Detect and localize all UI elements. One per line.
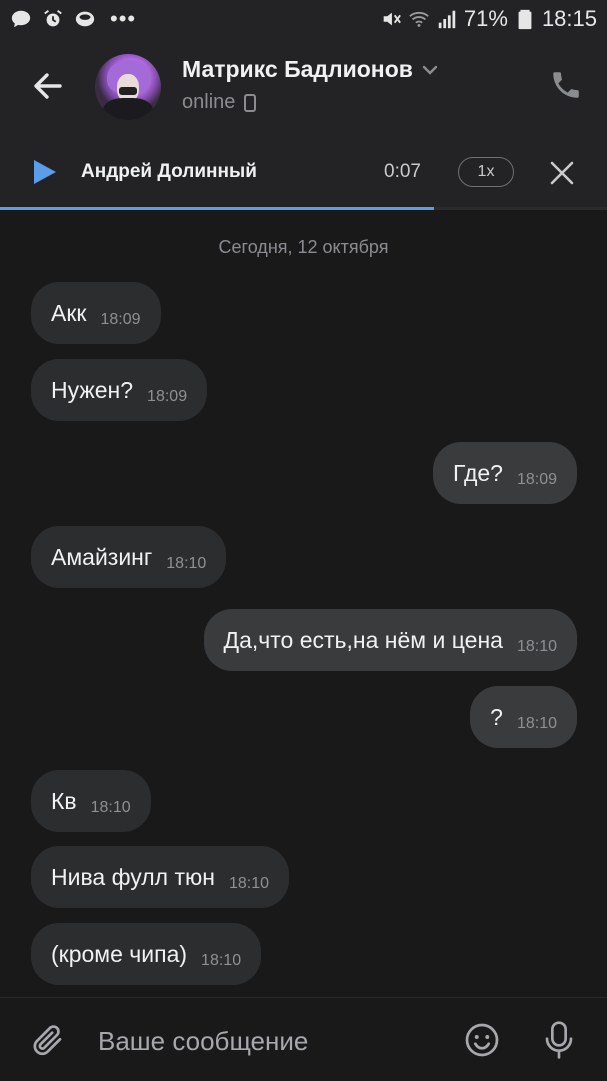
message-bubble[interactable]: ? 18:10	[470, 686, 577, 748]
speed-button[interactable]: 1x	[458, 157, 514, 187]
track-title[interactable]: Андрей Долинный	[81, 161, 257, 183]
message-text: Где?	[453, 459, 503, 486]
message-text: Нива фулл тюн	[51, 863, 215, 890]
message-time: 18:10	[228, 875, 270, 892]
play-icon[interactable]	[32, 158, 58, 186]
message-time: 18:10	[516, 638, 557, 655]
message-time: 18:10	[90, 799, 131, 816]
message-time: 18:09	[147, 388, 188, 405]
contact-name: Матрикс Бадлионов	[182, 56, 413, 82]
message-bubble[interactable]: Да,что есть,на нём и цена 18:10	[203, 609, 577, 671]
message-time: 18:09	[516, 471, 557, 488]
message-time: 18:10	[201, 952, 242, 969]
date-separator: Сегодня, 12 октября	[218, 237, 389, 257]
message-time: 18:09	[100, 311, 141, 328]
paperclip-icon[interactable]	[30, 1022, 66, 1058]
battery-icon	[518, 9, 532, 30]
signal-icon	[438, 10, 456, 29]
mute-icon	[383, 12, 401, 26]
message-text: Кв	[51, 787, 77, 814]
contact-status: online	[182, 91, 236, 113]
message-text: ?	[490, 703, 503, 730]
message-text: Да,что есть,на нём и цена	[223, 626, 503, 653]
record-icon	[75, 11, 95, 27]
clock: 18:15	[541, 6, 597, 31]
message-bubble[interactable]: Акк 18:09	[31, 282, 161, 344]
message-text: Амайзинг	[51, 543, 153, 570]
message-time: 18:10	[516, 715, 557, 732]
message-bubble[interactable]: Где? 18:09	[433, 442, 577, 504]
message-input[interactable]	[96, 1020, 440, 1062]
message-bubble[interactable]: (кроме чипа) 18:10	[31, 923, 262, 985]
emoji-icon[interactable]	[464, 1022, 500, 1058]
contact-info[interactable]: Матрикс Бадлионов online	[182, 56, 439, 114]
overflow-dots: •••	[110, 6, 137, 31]
back-arrow-icon[interactable]	[28, 66, 68, 106]
message-bubble[interactable]: Кв 18:10	[31, 770, 151, 832]
chat-icon	[11, 10, 31, 28]
wifi-icon	[409, 11, 429, 27]
message-bubble[interactable]: Нива фулл тюн 18:10	[31, 846, 290, 908]
message-text: Акк	[51, 299, 87, 326]
call-icon[interactable]	[549, 68, 583, 102]
alarm-icon	[44, 10, 62, 27]
message-text: Нужен?	[51, 376, 134, 403]
close-icon[interactable]	[549, 160, 575, 186]
phone-device-icon	[244, 93, 257, 112]
progress-fill	[0, 207, 434, 210]
message-composer	[0, 997, 607, 1081]
track-time: 0:07	[384, 161, 421, 182]
message-bubble[interactable]: Нужен? 18:09	[31, 359, 208, 421]
status-bar: ••• 71% 18:15	[0, 0, 607, 38]
avatar[interactable]	[95, 54, 161, 120]
microphone-icon[interactable]	[543, 1020, 575, 1060]
chat-header: Матрикс Бадлионов online	[0, 38, 607, 134]
battery-percent: 71%	[463, 6, 508, 31]
message-text: (кроме чипа)	[51, 940, 188, 967]
audio-player: Андрей Долинный 0:07 1x	[0, 134, 607, 210]
chevron-down-icon	[422, 65, 438, 75]
message-time: 18:10	[166, 555, 207, 572]
message-bubble[interactable]: Амайзинг 18:10	[31, 526, 227, 588]
